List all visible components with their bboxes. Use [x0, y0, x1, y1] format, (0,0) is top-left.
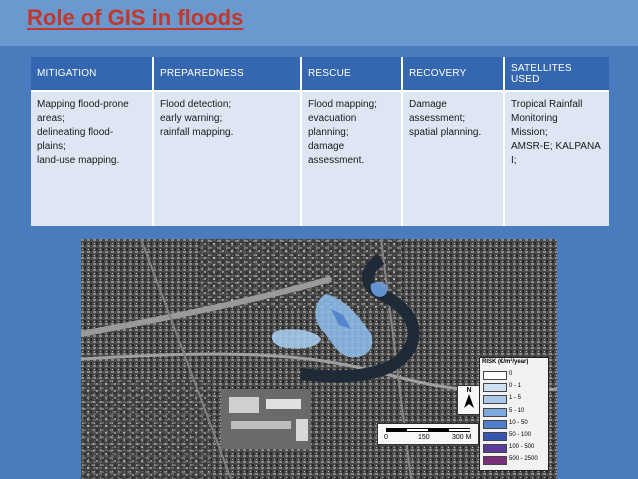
legend-swatch — [483, 432, 507, 441]
scale-bar: 0 150 300 M — [377, 423, 479, 445]
cell-preparedness: Flood detection; early warning; rainfall… — [153, 90, 302, 226]
header-satellites-used: SATELLITES USED — [504, 57, 609, 91]
legend-item: 500 - 2500 — [483, 455, 545, 466]
table-header-row: MITIGATION PREPAREDNESS RESCUE RECOVERY … — [31, 57, 609, 91]
cell-line: assessment; — [409, 113, 466, 124]
cell-line: early warning; — [160, 113, 223, 124]
legend-label: 1 - 5 — [509, 395, 522, 402]
table-row: Mapping flood-prone areas; delineating f… — [31, 90, 609, 226]
legend-item: 0 - 1 — [483, 382, 545, 393]
cell-line: Mission; — [511, 127, 548, 138]
cell-line: Flood mapping; — [308, 99, 377, 110]
gis-roles-table: MITIGATION PREPAREDNESS RESCUE RECOVERY … — [31, 57, 609, 226]
header-recovery: RECOVERY — [402, 57, 505, 91]
cell-line: rainfall mapping. — [160, 127, 234, 138]
header-rescue: RESCUE — [301, 57, 403, 91]
legend-swatch — [483, 456, 507, 466]
cell-line: land-use mapping. — [37, 155, 120, 166]
cell-line: planning; — [308, 127, 349, 138]
legend-swatch — [483, 444, 507, 454]
cell-line: AMSR-E; KALPANA — [511, 141, 601, 152]
legend-title: RISK (€/m²/year) — [482, 359, 529, 365]
legend-label: 50 - 100 — [509, 432, 532, 438]
legend-label: 5 - 10 — [509, 407, 525, 414]
scale-segment — [449, 428, 470, 432]
legend-swatch — [483, 419, 507, 429]
header-preparedness: PREPAREDNESS — [153, 57, 302, 91]
cell-line: assessment. — [308, 155, 365, 166]
legend-swatch — [483, 371, 507, 380]
north-arrow-icon — [464, 394, 474, 408]
legend-item: 10 - 50 — [483, 419, 545, 429]
slide-title: Role of GIS in floods — [27, 5, 244, 30]
cell-line: I; — [511, 155, 517, 166]
legend-label: 500 - 2500 — [509, 456, 538, 463]
cell-line: delineating flood- — [37, 127, 114, 138]
legend-swatch — [483, 395, 507, 405]
scale-segment — [407, 428, 428, 432]
header-mitigation: MITIGATION — [31, 57, 154, 91]
cell-line: evacuation — [308, 113, 357, 124]
scale-label-300: 300 M — [452, 434, 472, 441]
cell-line: plains; — [37, 141, 66, 152]
legend-item: 0 — [483, 370, 545, 380]
north-label: N — [466, 387, 472, 394]
cell-line: Tropical Rainfall — [511, 99, 583, 110]
cell-rescue: Flood mapping; evacuation planning; dama… — [301, 90, 403, 226]
north-arrow: N — [457, 385, 481, 415]
scale-line — [386, 428, 470, 432]
legend-item: 5 - 10 — [483, 407, 545, 417]
scale-label-150: 150 — [418, 434, 430, 441]
legend-label: 10 - 50 — [509, 419, 528, 426]
cell-line: Flood detection; — [160, 99, 232, 110]
flood-risk-map: 0 150 300 M N RISK (€/m²/year) 0 0 - 1 1 -… — [81, 239, 557, 479]
legend-item: 100 - 500 — [483, 443, 545, 454]
cell-satellites-used: Tropical Rainfall Monitoring Mission; AM… — [504, 90, 609, 226]
cell-mitigation: Mapping flood-prone areas; delineating f… — [31, 90, 154, 226]
risk-legend: RISK (€/m²/year) 0 0 - 1 1 - 5 5 - 10 10 - 5… — [479, 357, 549, 471]
legend-swatch — [483, 407, 507, 417]
legend-item: 1 - 5 — [483, 394, 545, 405]
cell-line: areas; — [37, 113, 65, 124]
legend-swatch — [483, 383, 507, 393]
cell-line: Mapping flood-prone — [37, 99, 129, 110]
cell-recovery: Damage assessment; spatial planning. — [402, 90, 505, 226]
scale-label-0: 0 — [384, 434, 388, 441]
legend-label: 0 — [509, 371, 513, 377]
legend-label: 100 - 500 — [509, 444, 535, 451]
legend-label: 0 - 1 — [509, 383, 522, 390]
cell-line: damage — [308, 141, 345, 152]
cell-line: Monitoring — [511, 113, 558, 124]
cell-line: Damage — [409, 99, 447, 110]
legend-item: 50 - 100 — [483, 431, 545, 441]
cell-line: spatial planning. — [409, 127, 482, 138]
